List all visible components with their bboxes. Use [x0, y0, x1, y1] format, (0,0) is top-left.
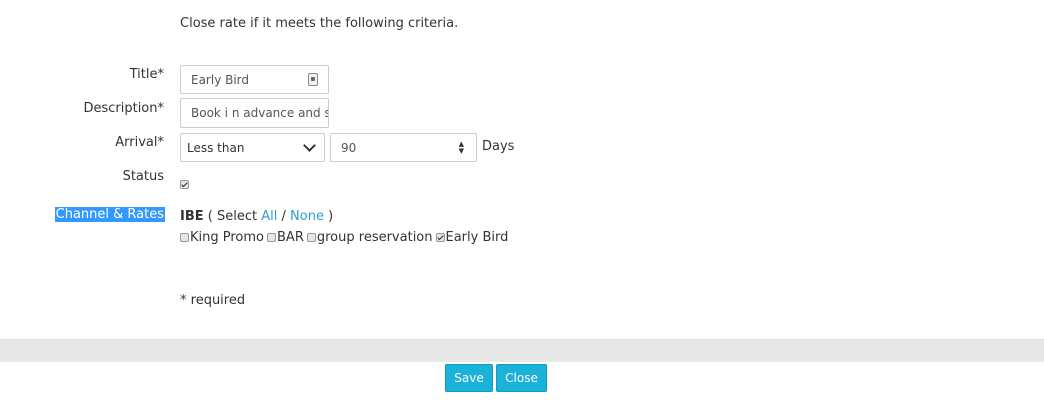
modal-footer-divider	[0, 339, 1044, 362]
arrival-days-value: 90	[341, 140, 357, 155]
channel-rates-label: Channel & Rates	[54, 207, 165, 222]
rate-label: group reservation	[316, 230, 433, 245]
rate-checkbox[interactable]	[180, 233, 189, 242]
rate-checkbox[interactable]	[267, 233, 277, 242]
close-rate-form: Close rate if it meets the following cri…	[0, 0, 1044, 401]
arrival-condition-select[interactable]: Less than	[180, 133, 325, 162]
description-value: Book i n advance and sa	[191, 106, 329, 120]
spin-down-icon[interactable]: ▼	[459, 147, 464, 155]
select-all-link[interactable]: All	[261, 209, 277, 224]
title-value: Early Bird	[191, 72, 250, 87]
arrival-condition-value: Less than	[187, 140, 245, 155]
rate-checkbox[interactable]	[306, 233, 316, 242]
rates-list: King Promo BAR group reservation Early B…	[180, 230, 508, 245]
rate-label: Early Bird	[445, 230, 509, 245]
close-button[interactable]: Close	[496, 364, 547, 392]
select-suffix: )	[328, 209, 334, 224]
rate-item-bar[interactable]: BAR	[267, 230, 304, 245]
title-label: Title*	[129, 67, 164, 82]
form-intro: Close rate if it meets the following cri…	[180, 16, 459, 31]
arrival-label: Arrival*	[115, 135, 164, 150]
rate-label: King Promo	[190, 230, 265, 245]
select-none-link[interactable]: None	[290, 209, 324, 224]
description-field[interactable]: Book i n advance and sa	[180, 98, 329, 128]
select-separator: /	[281, 209, 286, 224]
password-manager-icon[interactable]	[308, 73, 318, 86]
status-label: Status	[122, 169, 164, 184]
rate-item-group-reservation[interactable]: group reservation	[306, 230, 433, 245]
number-spinner-icon[interactable]: ▲ ▼	[459, 140, 464, 155]
chevron-down-icon	[303, 139, 316, 152]
rate-label: BAR	[277, 230, 304, 245]
rate-item-king-promo[interactable]: King Promo	[180, 230, 264, 245]
required-note: * required	[180, 293, 246, 308]
arrival-days-input[interactable]: 90 ▲ ▼	[330, 133, 477, 162]
select-prefix: ( Select	[207, 209, 258, 224]
save-button[interactable]: Save	[445, 364, 493, 392]
channel-header: IBE ( Select All / None )	[180, 209, 333, 224]
description-label: Description*	[83, 101, 164, 116]
title-field[interactable]: Early Bird	[180, 65, 329, 94]
rate-item-early-bird[interactable]: Early Bird	[435, 230, 509, 245]
channel-name: IBE	[180, 209, 204, 224]
rate-checkbox[interactable]	[435, 233, 445, 242]
days-unit-label: Days	[482, 139, 515, 154]
status-checkbox[interactable]	[180, 180, 189, 189]
